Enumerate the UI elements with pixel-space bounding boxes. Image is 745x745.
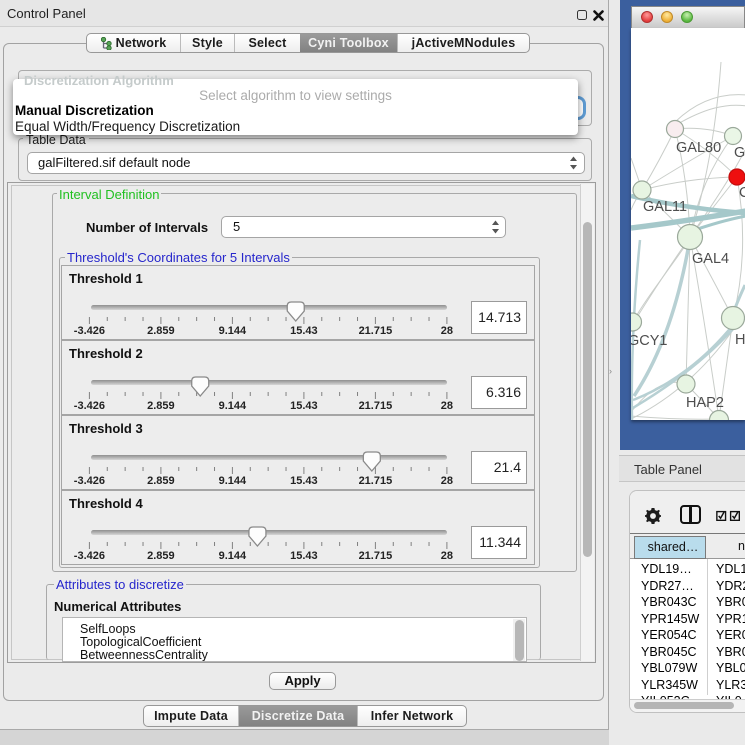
svg-text:H: H [735, 332, 745, 348]
svg-text:GAL11: GAL11 [643, 199, 687, 215]
svg-text:G.: G. [734, 145, 745, 161]
svg-text:GAL4: GAL4 [692, 251, 729, 267]
svg-text:GAL80: GAL80 [676, 140, 721, 156]
svg-text:C: C [739, 185, 745, 201]
svg-text:GCY1: GCY1 [631, 333, 668, 349]
svg-text:HAP2: HAP2 [686, 395, 724, 411]
